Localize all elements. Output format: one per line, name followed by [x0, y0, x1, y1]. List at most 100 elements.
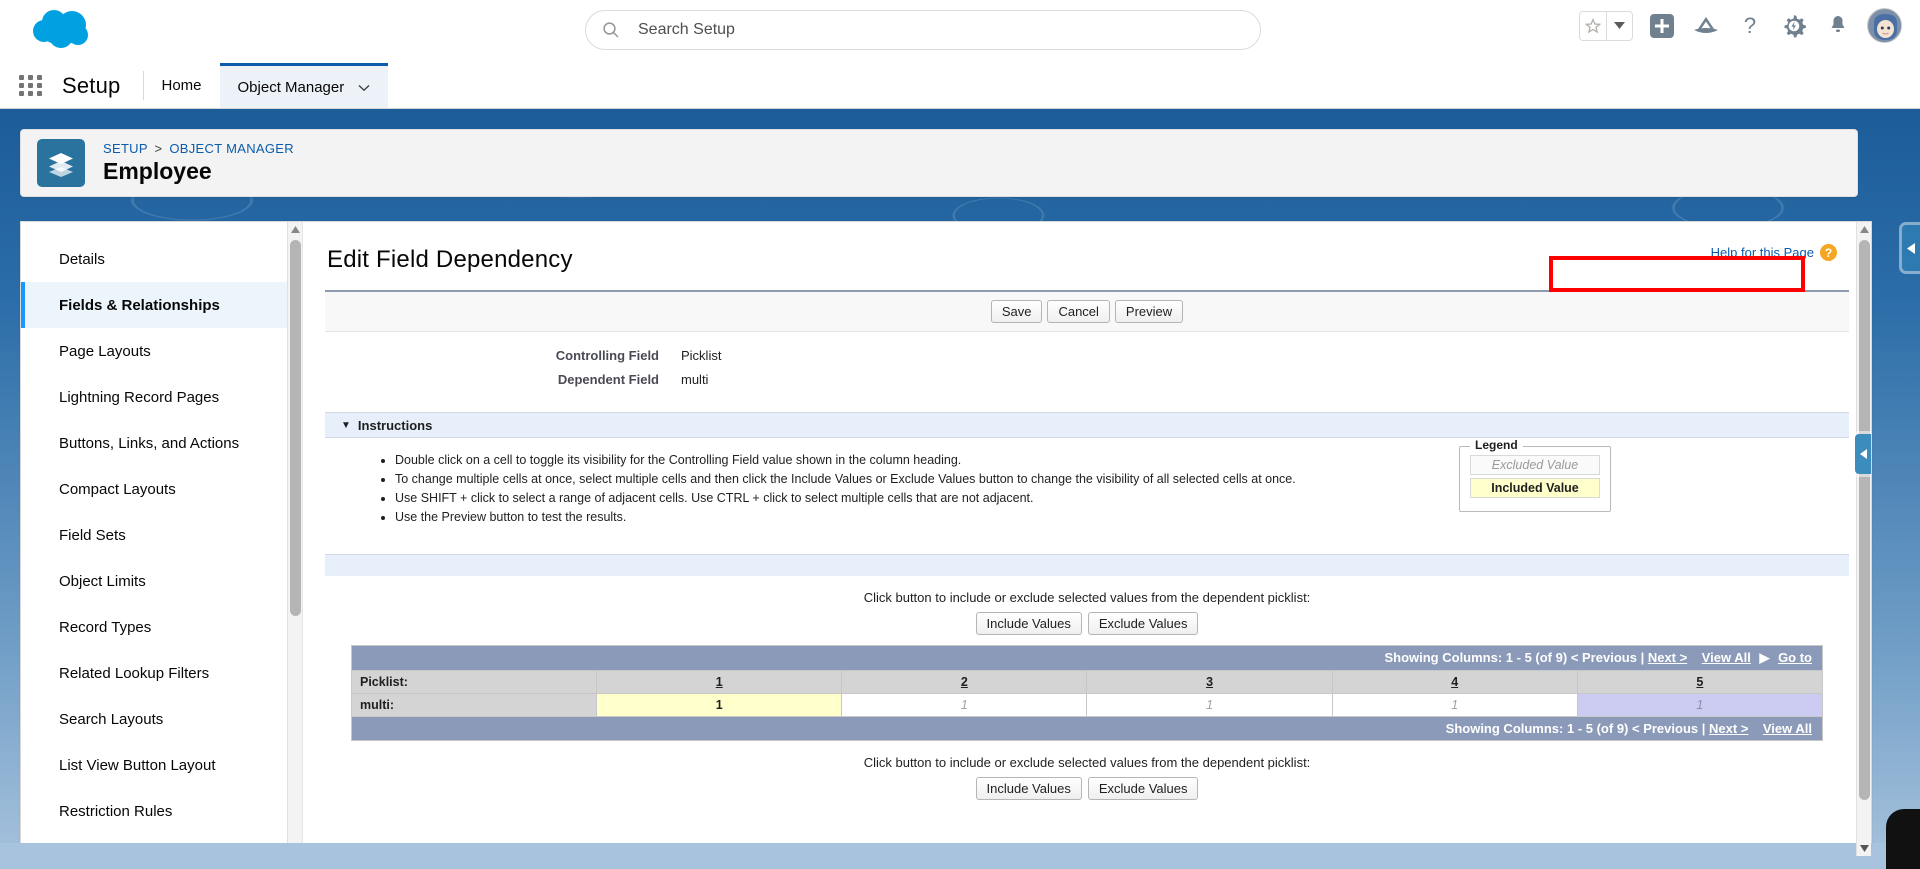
sidebar-item-related-lookup-filters[interactable]: Related Lookup Filters [21, 650, 302, 696]
sidebar-scroll-thumb[interactable] [290, 240, 301, 616]
showing-columns-text-bottom: Showing Columns: 1 - 5 (of 9) [1445, 721, 1629, 736]
instruction-item: Double click on a cell to toggle its vis… [395, 452, 1849, 469]
sidebar-item-list-view-button-layout[interactable]: List View Button Layout [21, 742, 302, 788]
go-to-link[interactable]: Go to [1778, 650, 1812, 665]
sidebar-item-label: Compact Layouts [59, 480, 176, 498]
sidebar-item-label: Buttons, Links, and Actions [59, 434, 240, 452]
previous-page-label: < Previous [1570, 650, 1637, 665]
field-dependency-form: Save Cancel Preview Controlling Field Pi… [325, 256, 1849, 800]
instructions-body: Double click on a cell to toggle its vis… [325, 438, 1849, 554]
cancel-button[interactable]: Cancel [1047, 300, 1110, 323]
breadcrumb-object-manager-link[interactable]: OBJECT MANAGER [169, 141, 294, 156]
matrix-cell-5[interactable]: 1 [1576, 693, 1824, 717]
tab-home[interactable]: Home [144, 63, 220, 108]
column-header-2[interactable]: 2 [841, 670, 1088, 694]
instructions-section-header[interactable]: ▼ Instructions [325, 412, 1849, 438]
dependent-field-label: Dependent Field [557, 372, 659, 387]
column-header-link[interactable]: 4 [1451, 675, 1458, 689]
help-question-icon[interactable]: ? [1735, 11, 1765, 41]
scroll-up-icon[interactable] [1857, 222, 1871, 237]
object-stack-icon [37, 139, 85, 187]
app-launcher-icon[interactable] [0, 63, 62, 108]
scroll-up-icon[interactable] [288, 222, 303, 237]
pager-pipe: | [1640, 650, 1645, 665]
scroll-down-icon[interactable] [1857, 841, 1871, 856]
right-panel-collapse-tab-top[interactable] [1902, 225, 1920, 271]
right-panel-collapse-tab-inner[interactable] [1855, 434, 1871, 474]
salesforce-cloud-logo[interactable] [28, 5, 102, 57]
object-sidebar-nav: Details Fields & Relationships Page Layo… [21, 222, 303, 856]
trailhead-icon[interactable] [1691, 11, 1721, 41]
preview-button[interactable]: Preview [1114, 300, 1184, 323]
main-scroll-thumb[interactable] [1859, 240, 1870, 800]
chevron-down-icon[interactable] [358, 79, 370, 96]
matrix-cell-2[interactable]: 1 [841, 693, 1088, 717]
controlling-field-value: Picklist [681, 348, 722, 363]
legend-title: Legend [1470, 438, 1523, 452]
column-header-1[interactable]: 1 [596, 670, 843, 694]
next-page-link-bottom[interactable]: Next > [1709, 721, 1748, 736]
column-header-5[interactable]: 5 [1576, 670, 1824, 694]
svg-text:?: ? [1744, 13, 1756, 38]
dependency-matrix-table: Showing Columns: 1 - 5 (of 9) < Previous… [350, 645, 1824, 741]
sidebar-item-lightning-record-pages[interactable]: Lightning Record Pages [21, 374, 302, 420]
global-header: Search Setup ? [0, 0, 1920, 63]
search-setup-container[interactable]: Search Setup [585, 10, 1261, 50]
sidebar-item-page-layouts[interactable]: Page Layouts [21, 328, 302, 374]
next-page-link[interactable]: Next > [1648, 650, 1687, 665]
column-header-link[interactable]: 3 [1206, 675, 1213, 689]
sidebar-item-restriction-rules[interactable]: Restriction Rules [21, 788, 302, 834]
column-header-3[interactable]: 3 [1086, 670, 1333, 694]
matrix-cell-1[interactable]: 1 [596, 693, 843, 717]
sidebar-item-details[interactable]: Details [21, 236, 302, 282]
matrix-cell-4[interactable]: 1 [1331, 693, 1578, 717]
matrix-cell-3[interactable]: 1 [1086, 693, 1333, 717]
sidebar-item-buttons-links-actions[interactable]: Buttons, Links, and Actions [21, 420, 302, 466]
instruction-item: Use SHIFT + click to select a range of a… [395, 490, 1849, 507]
edit-field-dependency-heading: Edit Field Dependency [327, 246, 573, 273]
section-divider-band [325, 554, 1849, 576]
tab-object-manager[interactable]: Object Manager [219, 63, 389, 108]
view-all-link-bottom[interactable]: View All [1763, 721, 1812, 736]
view-all-link[interactable]: View All [1702, 650, 1751, 665]
sidebar-item-compact-layouts[interactable]: Compact Layouts [21, 466, 302, 512]
favorites-dropdown-icon[interactable] [1606, 11, 1632, 40]
favorites-star-icon[interactable] [1580, 12, 1606, 40]
setup-gear-icon[interactable] [1779, 11, 1809, 41]
column-header-link[interactable]: 5 [1696, 675, 1703, 689]
setup-title: Setup [62, 72, 121, 98]
exclude-values-button-bottom[interactable]: Exclude Values [1087, 777, 1199, 800]
matrix-pager-bottom: Showing Columns: 1 - 5 (of 9) < Previous… [351, 716, 1823, 741]
help-for-this-page-link[interactable]: Help for this Page ? [1711, 244, 1837, 261]
legend-excluded-swatch: Excluded Value [1470, 455, 1600, 475]
sidebar-scrollbar[interactable] [287, 222, 302, 856]
column-header-link[interactable]: 2 [961, 675, 968, 689]
notifications-bell-icon[interactable] [1823, 11, 1853, 41]
sidebar-item-object-limits[interactable]: Object Limits [21, 558, 302, 604]
column-header-4[interactable]: 4 [1331, 670, 1578, 694]
main-scrollbar[interactable] [1855, 222, 1871, 856]
collapse-triangle-icon[interactable]: ▼ [341, 420, 351, 431]
matrix-pager-top: Showing Columns: 1 - 5 (of 9) < Previous… [351, 645, 1823, 671]
sidebar-item-record-types[interactable]: Record Types [21, 604, 302, 650]
sidebar-item-field-sets[interactable]: Field Sets [21, 512, 302, 558]
exclude-values-button-top[interactable]: Exclude Values [1087, 612, 1199, 635]
user-avatar[interactable] [1867, 8, 1902, 43]
dependent-field-row: Dependent Field multi [325, 372, 1849, 387]
breadcrumb: SETUP > OBJECT MANAGER [103, 141, 294, 156]
include-values-button-top[interactable]: Include Values [975, 612, 1082, 635]
record-header-card: SETUP > OBJECT MANAGER Employee [20, 129, 1858, 197]
breadcrumb-setup-link[interactable]: SETUP [103, 141, 148, 156]
sidebar-item-label: Field Sets [59, 526, 126, 544]
column-header-link[interactable]: 1 [716, 675, 723, 689]
sidebar-item-search-layouts[interactable]: Search Layouts [21, 696, 302, 742]
sidebar-item-fields-relationships[interactable]: Fields & Relationships [21, 282, 302, 328]
save-button[interactable]: Save [990, 300, 1043, 323]
search-placeholder-text: Search Setup [638, 21, 735, 38]
legend-included-swatch: Included Value [1470, 478, 1600, 498]
global-actions-plus-icon[interactable] [1647, 11, 1677, 41]
form-toolbar-top: Save Cancel Preview [325, 292, 1849, 332]
favorites-group[interactable] [1579, 10, 1633, 41]
include-values-button-bottom[interactable]: Include Values [975, 777, 1082, 800]
search-input[interactable]: Search Setup [585, 10, 1261, 50]
